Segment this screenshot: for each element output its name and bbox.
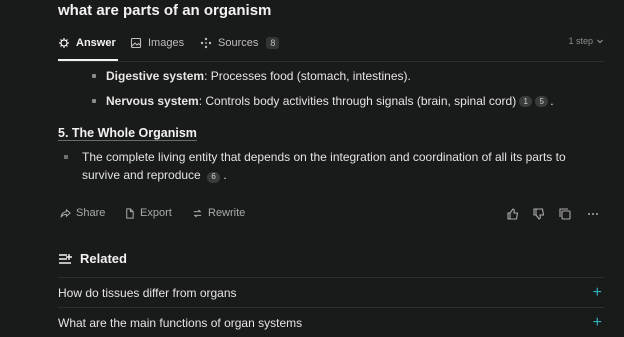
related-header: Related xyxy=(58,251,127,266)
answer-icon xyxy=(59,38,69,48)
answer-actions: Share Export Rewrite xyxy=(58,207,604,225)
more-options-icon[interactable] xyxy=(586,207,600,221)
related-item-label: What are the main functions of organ sys… xyxy=(58,315,303,330)
bullet-desc: : Processes food (stomach, intestines). xyxy=(204,69,411,83)
answer-paragraph: The complete living entity that depends … xyxy=(82,148,602,184)
share-icon xyxy=(60,208,71,217)
rewrite-button[interactable]: Rewrite xyxy=(192,207,245,219)
tab-images-label: Images xyxy=(148,37,185,49)
chevron-down-icon xyxy=(597,39,603,44)
export-button[interactable]: Export xyxy=(124,207,172,219)
thumbs-down-icon[interactable] xyxy=(532,207,546,221)
rewrite-icon xyxy=(193,208,202,218)
tab-bar: Answer Images Sources 8 1 step xyxy=(0,30,624,58)
bullet-term: Nervous system xyxy=(106,94,199,108)
bullet-end: . xyxy=(550,94,554,108)
tab-answer[interactable]: Answer xyxy=(58,33,116,53)
paragraph-end: . xyxy=(223,168,227,182)
export-icon xyxy=(126,207,134,219)
related-item-label: How do tissues differ from organs xyxy=(58,285,237,300)
tab-answer-label: Answer xyxy=(76,37,116,49)
related-item[interactable]: How do tissues differ from organs + xyxy=(58,277,604,307)
plus-icon: + xyxy=(592,313,602,331)
share-label: Share xyxy=(76,207,106,219)
rewrite-label: Rewrite xyxy=(208,207,246,219)
bullet-dot xyxy=(92,74,96,78)
related-title: Related xyxy=(80,251,127,266)
list-item: Digestive system : Processes food (stoma… xyxy=(92,69,411,83)
tab-images[interactable]: Images xyxy=(130,33,184,53)
tab-sources-label: Sources xyxy=(218,37,259,49)
tab-sources[interactable]: Sources 8 xyxy=(200,33,280,53)
bullet-desc: : Controls body activities through signa… xyxy=(198,94,517,108)
copy-icon[interactable] xyxy=(558,207,572,221)
sources-icon xyxy=(200,37,212,49)
thumbs-up-icon[interactable] xyxy=(506,207,520,221)
plus-icon: + xyxy=(592,283,602,301)
citation-badge[interactable]: 6 xyxy=(207,171,221,183)
query-title: what are parts of an organism xyxy=(58,2,272,19)
list-item: Nervous system : Controls body activitie… xyxy=(92,94,554,108)
steps-label: 1 step xyxy=(568,36,593,46)
bullet-term: Digestive system xyxy=(106,69,205,83)
image-icon xyxy=(130,37,142,49)
tab-divider xyxy=(58,61,604,62)
bullet-square xyxy=(64,155,68,159)
citation-badge[interactable]: 5 xyxy=(535,95,549,107)
paragraph-text: The complete living entity that depends … xyxy=(82,150,566,182)
related-item[interactable]: What are the main functions of organ sys… xyxy=(58,307,604,337)
export-label: Export xyxy=(140,207,172,219)
steps-toggle[interactable]: 1 step xyxy=(568,36,604,46)
bullet-dot xyxy=(92,99,96,103)
share-button[interactable]: Share xyxy=(60,207,105,219)
citation-badge[interactable]: 1 xyxy=(519,95,533,107)
related-icon xyxy=(59,253,72,264)
sources-count-badge: 8 xyxy=(266,37,280,49)
section-heading: 5. The Whole Organism xyxy=(58,126,197,140)
